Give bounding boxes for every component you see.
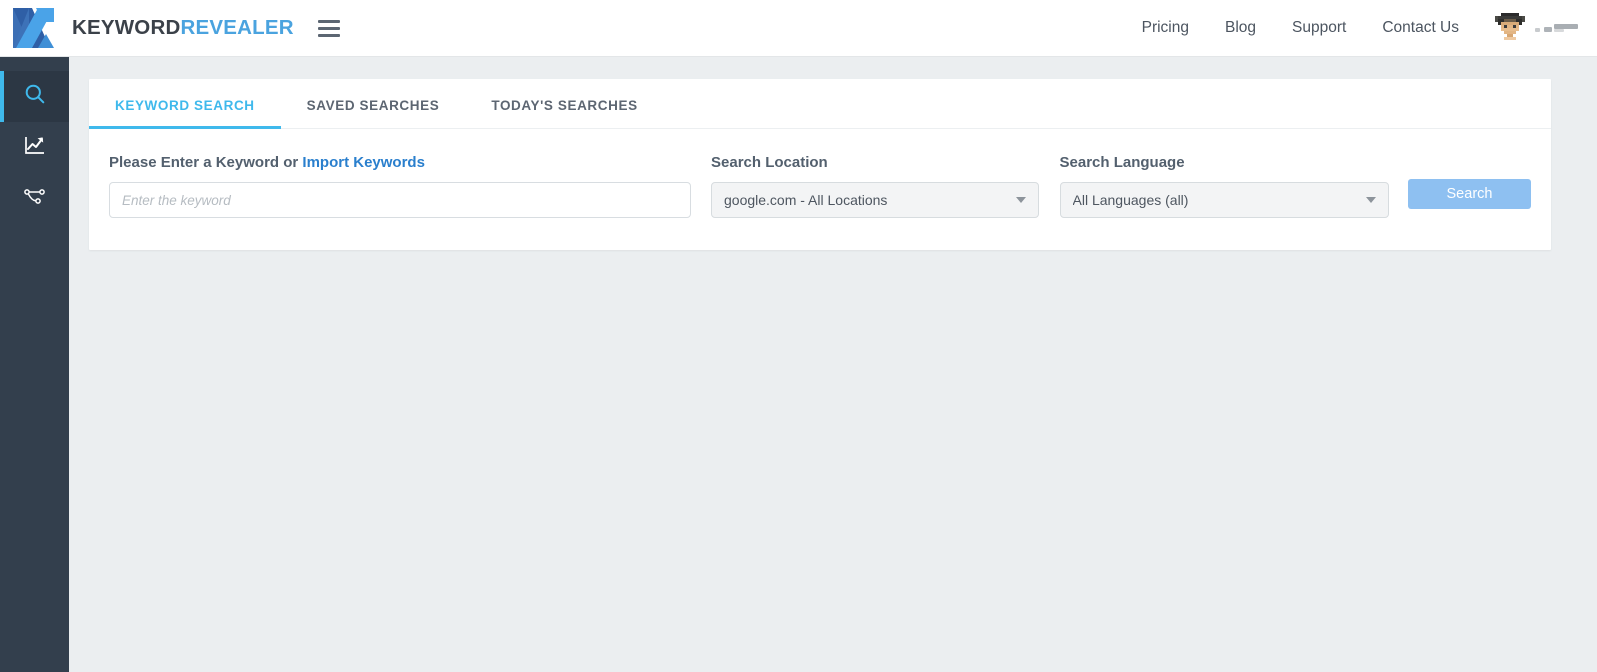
keyword-search-card: KEYWORD SEARCH SAVED SEARCHES TODAY'S SE… — [89, 79, 1551, 250]
keywordrevealer-logo-icon — [10, 6, 58, 50]
search-language-select[interactable]: All Languages (all) — [1059, 182, 1389, 218]
sidebar-item-backlinks[interactable] — [0, 173, 69, 224]
nav-link-pricing[interactable]: Pricing — [1124, 0, 1207, 56]
keyword-input[interactable] — [109, 182, 691, 218]
search-language-group: Search Language All Languages (all) — [1059, 154, 1389, 218]
nav-link-blog[interactable]: Blog — [1207, 0, 1274, 56]
search-icon — [23, 82, 47, 111]
avatar[interactable] — [1495, 13, 1525, 43]
sidebar-top-spacer — [0, 57, 69, 71]
main-navigation: Pricing Blog Support Contact Us — [1124, 0, 1597, 56]
sidebar-item-keyword-search[interactable] — [0, 71, 69, 122]
username-redacted[interactable] — [1535, 21, 1579, 35]
brand-logo[interactable]: KEYWORDREVEALER — [10, 0, 294, 56]
nav-link-contact-us[interactable]: Contact Us — [1364, 0, 1477, 56]
nav-link-support[interactable]: Support — [1274, 0, 1364, 56]
brand-name-part1: KEYWORD — [72, 15, 181, 39]
brand-name-part2: REVEALER — [180, 15, 294, 39]
tab-todays-searches[interactable]: TODAY'S SEARCHES — [465, 98, 663, 128]
tab-keyword-search[interactable]: KEYWORD SEARCH — [89, 98, 281, 129]
network-nodes-icon — [23, 184, 47, 213]
search-language-label: Search Language — [1059, 154, 1185, 171]
search-location-label: Search Location — [711, 154, 828, 171]
left-sidebar — [0, 57, 69, 672]
hamburger-bar — [317, 19, 340, 23]
user-menu[interactable] — [1495, 13, 1579, 43]
top-header: KEYWORDREVEALER Pricing Blog Support Con… — [0, 0, 1597, 57]
card-tabs: KEYWORD SEARCH SAVED SEARCHES TODAY'S SE… — [89, 79, 1551, 129]
keyword-label-text: Please Enter a Keyword or — [109, 154, 303, 171]
search-location-select[interactable]: google.com - All Locations — [711, 182, 1039, 218]
hamburger-bar — [317, 26, 340, 30]
keyword-field-group: Please Enter a Keyword or Import Keyword… — [109, 154, 691, 218]
search-button-wrap: Search — [1408, 154, 1531, 209]
chevron-down-icon — [1015, 197, 1026, 203]
import-keywords-link[interactable]: Import Keywords — [302, 154, 425, 171]
search-location-group: Search Location google.com - All Locatio… — [711, 154, 1039, 218]
search-location-value: google.com - All Locations — [724, 192, 888, 208]
keyword-field-label: Please Enter a Keyword or Import Keyword… — [109, 154, 691, 172]
main-content: KEYWORD SEARCH SAVED SEARCHES TODAY'S SE… — [69, 57, 1597, 672]
search-language-value: All Languages (all) — [1072, 192, 1189, 208]
chevron-down-icon — [1366, 197, 1376, 203]
tab-saved-searches[interactable]: SAVED SEARCHES — [281, 98, 466, 128]
brand-name: KEYWORDREVEALER — [72, 15, 294, 39]
hamburger-menu-icon[interactable] — [317, 17, 342, 39]
sidebar-item-rank-tracker[interactable] — [0, 122, 69, 173]
hamburger-bar — [317, 33, 340, 37]
search-button[interactable]: Search — [1408, 179, 1531, 209]
search-form: Please Enter a Keyword or Import Keyword… — [89, 129, 1551, 250]
chart-line-icon — [23, 133, 47, 162]
